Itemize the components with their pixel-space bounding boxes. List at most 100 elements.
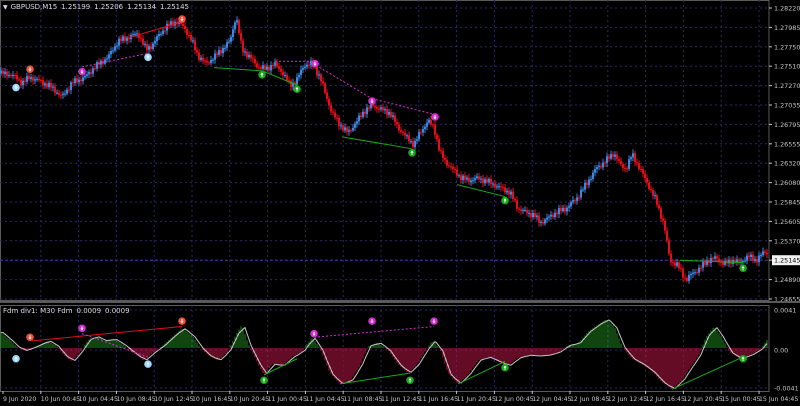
up-arrow-icon[interactable] — [293, 85, 301, 93]
price-chart-canvas[interactable]: 1.28220 1.27985 1.27750 1.27510 1.27270 1.270… — [0, 0, 800, 406]
up-arrow-icon[interactable] — [12, 354, 20, 363]
x-tick-label: 10 Jun 20:45 — [230, 396, 269, 403]
up-arrow-icon[interactable] — [258, 71, 266, 79]
candle-body — [728, 259, 730, 264]
candle — [66, 87, 68, 96]
up-arrow-icon[interactable] — [144, 360, 152, 368]
candle-body — [60, 94, 62, 96]
candle-body — [92, 68, 94, 74]
candle — [446, 156, 448, 169]
candle — [654, 191, 656, 200]
candle-body — [290, 80, 292, 87]
candle-body — [210, 59, 212, 63]
candle — [422, 125, 424, 137]
candle — [692, 268, 694, 278]
candle-body — [200, 57, 202, 60]
candle — [696, 268, 698, 275]
candle-body — [544, 219, 546, 224]
candle-body — [642, 169, 644, 174]
down-arrow-icon[interactable] — [310, 329, 318, 338]
candle-body — [474, 178, 476, 181]
candle-body — [378, 108, 380, 110]
candle — [524, 206, 526, 212]
candle-body — [612, 154, 614, 157]
candle-body — [54, 86, 56, 93]
candle-body — [488, 178, 490, 183]
up-arrow-icon[interactable] — [739, 264, 747, 272]
candle — [102, 56, 104, 67]
candle — [444, 154, 446, 164]
down-arrow-icon[interactable] — [26, 65, 34, 74]
candle-body — [56, 92, 58, 94]
candle — [348, 126, 350, 136]
candle-body — [420, 132, 422, 134]
candle-body — [360, 115, 362, 117]
candle-body — [76, 78, 78, 83]
candle — [634, 150, 636, 167]
candle-series[interactable] — [0, 16, 768, 284]
candle-body — [754, 259, 756, 261]
candle — [328, 96, 330, 110]
up-arrow-icon[interactable] — [501, 363, 509, 372]
candle — [4, 67, 6, 78]
up-arrow-icon[interactable] — [501, 196, 509, 205]
candle-body — [274, 62, 276, 66]
candle-body — [214, 53, 216, 60]
candle — [344, 123, 346, 134]
up-arrow-icon[interactable] — [739, 354, 747, 363]
up-arrow-icon[interactable] — [260, 376, 268, 385]
candle — [598, 161, 600, 171]
up-arrow-icon[interactable] — [144, 53, 152, 62]
candle — [732, 256, 734, 267]
candle — [650, 185, 652, 193]
candle — [756, 256, 758, 266]
candle — [536, 212, 538, 221]
down-arrow-icon[interactable] — [431, 113, 439, 121]
down-arrow-icon[interactable] — [178, 317, 186, 325]
candle-body — [224, 47, 226, 49]
candle-body — [518, 208, 520, 210]
candle-body — [470, 180, 472, 183]
candle-body — [494, 183, 496, 188]
candle — [504, 183, 506, 195]
candle-body — [258, 67, 260, 69]
candle — [514, 197, 516, 203]
candle — [288, 76, 290, 85]
candle — [560, 204, 562, 215]
candle — [698, 264, 700, 276]
candle-body — [528, 212, 530, 214]
candle — [88, 69, 90, 79]
down-arrow-icon[interactable] — [430, 317, 438, 325]
candle — [484, 177, 486, 187]
down-arrow-icon[interactable] — [78, 67, 86, 76]
candle — [628, 155, 630, 172]
candle-body — [148, 46, 150, 50]
candle-body — [752, 254, 754, 261]
candle-body — [308, 64, 310, 66]
candle-body — [346, 127, 348, 132]
up-arrow-icon[interactable] — [408, 148, 416, 157]
collapse-triangle-icon[interactable]: ▼ — [3, 4, 8, 11]
y-tick-label: 1.27035 — [774, 102, 800, 110]
up-arrow-icon[interactable] — [12, 83, 20, 92]
down-arrow-icon[interactable] — [311, 59, 319, 68]
candle-body — [418, 132, 420, 140]
down-arrow-icon[interactable] — [178, 15, 186, 23]
candle-body — [662, 218, 664, 221]
down-arrow-icon[interactable] — [368, 317, 376, 325]
down-arrow-icon[interactable] — [26, 333, 34, 342]
candle — [28, 72, 30, 81]
down-arrow-icon[interactable] — [78, 324, 86, 333]
candle — [200, 55, 202, 62]
candle — [522, 207, 524, 214]
candle-body — [350, 130, 352, 132]
candle — [268, 64, 270, 74]
up-arrow-icon[interactable] — [406, 376, 414, 385]
candle-body — [396, 122, 398, 125]
candle — [452, 163, 454, 174]
candle — [332, 108, 334, 115]
candle-body — [304, 66, 306, 68]
candle-body — [576, 197, 578, 201]
candle — [188, 31, 190, 38]
down-arrow-icon[interactable] — [368, 97, 376, 105]
